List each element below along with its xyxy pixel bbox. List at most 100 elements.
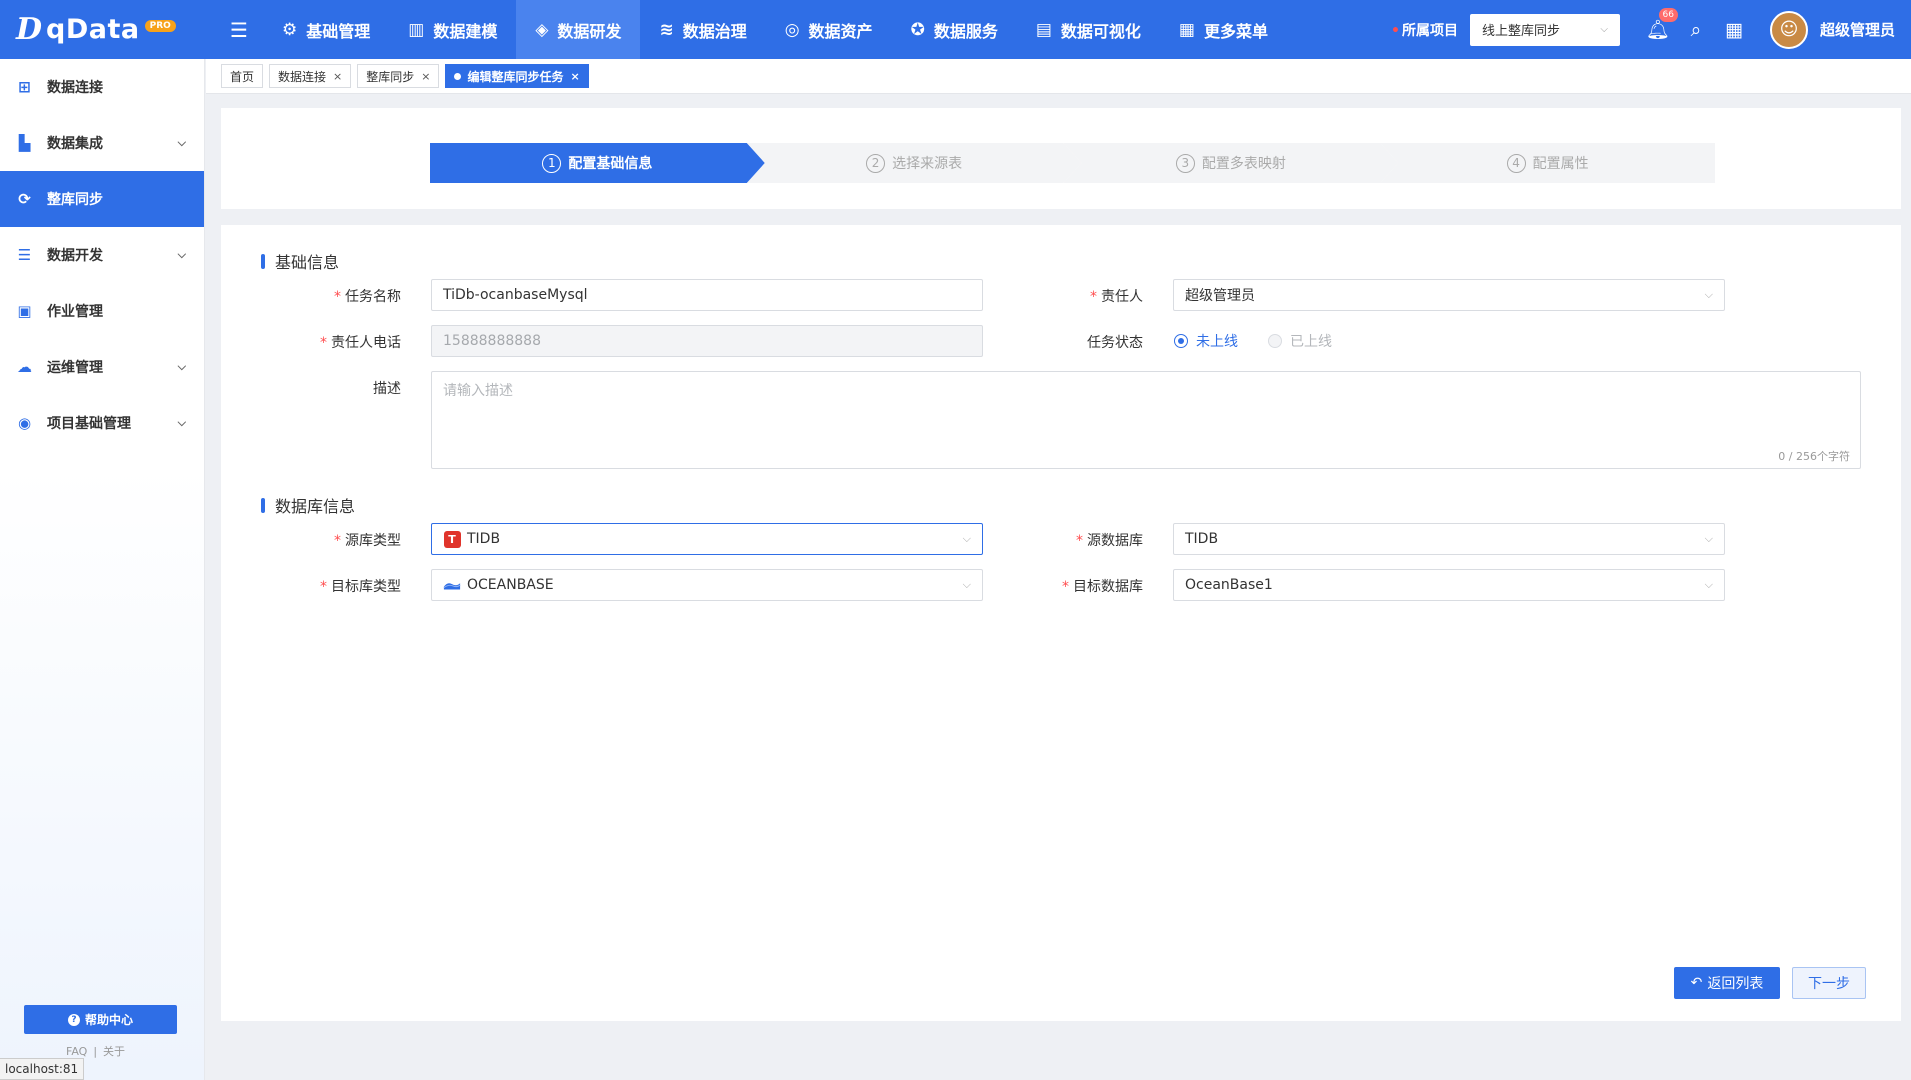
step-4: 4 配置属性 — [1380, 143, 1715, 183]
status-url: localhost:81 — [0, 1058, 85, 1080]
nav-item-data-governance[interactable]: ≋ 数据治理 — [640, 0, 765, 59]
source-type-label: * 源库类型 — [334, 533, 401, 549]
nav-item-data-modeling[interactable]: ▥ 数据建模 — [389, 0, 516, 59]
menu-toggle-icon[interactable]: ☰ — [215, 0, 263, 59]
phone-label: * 责任人电话 — [320, 335, 401, 351]
description-placeholder: 请输入描述 — [443, 383, 513, 399]
description-label: 描述 — [373, 381, 401, 397]
sidebar-item-ops-management[interactable]: ☁ 运维管理 ⌵ — [0, 339, 204, 395]
step-number: 2 — [866, 154, 885, 173]
step-number: 4 — [1506, 153, 1526, 173]
close-icon[interactable]: × — [333, 70, 342, 83]
project-select-value: 线上整库同步 — [1481, 24, 1560, 39]
nav-label: 基础管理 — [306, 21, 371, 41]
search-icon[interactable]: ⌕ — [1682, 16, 1710, 44]
tidb-icon: T — [443, 530, 461, 548]
integration-icon: ▙ — [18, 134, 31, 152]
grid-plus-icon: ▦ — [1178, 19, 1195, 40]
nav-label: 数据治理 — [682, 21, 747, 41]
chevron-down-icon: ⌵ — [1704, 578, 1713, 591]
step-label: 配置多表映射 — [1201, 156, 1286, 172]
section-title-basic-info: 基础信息 — [261, 249, 339, 273]
task-name-input[interactable]: TiDb-ocanbaseMysql — [431, 279, 983, 311]
layout-icon[interactable]: ▦ — [1720, 16, 1748, 44]
tab-label: 首页 — [230, 69, 255, 84]
user-name[interactable]: 超级管理员 — [1820, 19, 1895, 40]
nav-item-basic-management[interactable]: ⚙ 基础管理 — [263, 0, 389, 59]
chevron-down-icon: ⌵ — [177, 416, 186, 429]
chevron-down-icon: ⌵ — [1704, 288, 1713, 301]
target-type-label: * 目标库类型 — [320, 579, 401, 595]
sidebar-item-data-connection[interactable]: ⊞ 数据连接 — [0, 59, 204, 115]
sidebar-item-project-basic[interactable]: ◉ 项目基础管理 ⌵ — [0, 395, 204, 451]
project-select[interactable]: 线上整库同步 ⌵ — [1469, 13, 1620, 46]
help-center-button[interactable]: ? 帮助中心 — [24, 1005, 177, 1034]
faq-link[interactable]: FAQ — [66, 1045, 87, 1058]
source-db-value: TIDB — [1185, 531, 1219, 547]
nav-label: 更多菜单 — [1203, 21, 1268, 41]
chevron-down-icon: ⌵ — [1600, 24, 1608, 35]
avatar[interactable]: ☺ — [1769, 10, 1808, 49]
nav-item-more-menu[interactable]: ▦ 更多菜单 — [1160, 0, 1287, 59]
owner-label: * 责任人 — [1090, 289, 1143, 305]
sidebar-item-label: 数据集成 — [47, 136, 103, 152]
sidebar-item-label: 作业管理 — [47, 304, 103, 320]
sidebar-item-job-management[interactable]: ▣ 作业管理 — [0, 283, 204, 339]
source-type-select[interactable]: T TIDB ⌵ — [431, 523, 983, 555]
step-2: 2 选择来源表 — [747, 143, 1082, 183]
status-radio-offline[interactable]: 未上线 — [1174, 331, 1238, 351]
step-number: 3 — [1176, 154, 1195, 173]
about-link[interactable]: 关于 — [103, 1045, 125, 1058]
phone-input: 15888888888 — [431, 325, 983, 357]
nav-label: 数据建模 — [433, 21, 498, 41]
nav-label: 数据研发 — [557, 21, 622, 41]
next-step-button[interactable]: 下一步 — [1792, 967, 1866, 999]
nav-item-data-visualization[interactable]: ▤ 数据可视化 — [1017, 0, 1160, 59]
nav-item-data-development[interactable]: ◈ 数据研发 — [516, 0, 641, 59]
phone-value: 15888888888 — [443, 333, 541, 349]
tab-db-sync[interactable]: 整库同步 × — [357, 64, 440, 88]
bell-icon[interactable]: 🔔︎ 66 — [1644, 7, 1678, 44]
tab-home[interactable]: 首页 — [221, 64, 264, 88]
step-label: 配置基础信息 — [568, 156, 653, 172]
logo-text: qData — [46, 14, 140, 45]
step-number: 1 — [542, 154, 561, 173]
cube-icon: ◈ — [535, 19, 549, 40]
owner-value: 超级管理员 — [1185, 288, 1255, 304]
close-icon[interactable]: × — [571, 70, 580, 83]
source-type-value: TIDB — [467, 531, 501, 547]
sync-icon: ⟳ — [18, 190, 31, 208]
task-status-label: 任务状态 — [1087, 335, 1143, 351]
task-name-value: TiDb-ocanbaseMysql — [443, 287, 588, 303]
sidebar-item-data-integration[interactable]: ▙ 数据集成 ⌵ — [0, 115, 204, 171]
source-db-select[interactable]: TIDB ⌵ — [1173, 523, 1725, 555]
steps-panel: 1 配置基础信息 2 选择来源表 3 配置多表映射 4 配置属性 — [221, 108, 1901, 209]
gear-cube-icon: ⚙ — [282, 19, 298, 40]
tab-data-connection[interactable]: 数据连接 × — [269, 64, 352, 88]
nav-item-data-assets[interactable]: ◎ 数据资产 — [766, 0, 892, 59]
target-icon: ◎ — [784, 19, 800, 40]
target-db-select[interactable]: OceanBase1 ⌵ — [1173, 569, 1725, 601]
logo-mark-icon: D — [16, 12, 43, 47]
tab-edit-db-sync-task[interactable]: 编辑整库同步任务 × — [445, 64, 589, 88]
sidebar-item-db-sync[interactable]: ⟳ 整库同步 — [0, 171, 204, 227]
sidebar-footer: FAQ | 关于 — [66, 1045, 126, 1058]
sidebar-item-data-development[interactable]: ☰ 数据开发 ⌵ — [0, 227, 204, 283]
active-dot-icon — [454, 72, 462, 80]
oceanbase-icon — [443, 576, 461, 594]
step-label: 选择来源表 — [892, 156, 963, 172]
notification-badge: 66 — [1658, 7, 1678, 22]
nav-item-data-services[interactable]: ✪ 数据服务 — [892, 0, 1017, 59]
target-db-label: * 目标数据库 — [1062, 579, 1143, 595]
logo[interactable]: D qData PRO — [0, 0, 205, 59]
tab-label: 整库同步 — [366, 69, 415, 84]
next-step-label: 下一步 — [1808, 976, 1850, 992]
tab-label: 数据连接 — [278, 69, 327, 84]
target-type-select[interactable]: OCEANBASE ⌵ — [431, 569, 983, 601]
owner-select[interactable]: 超级管理员 ⌵ — [1173, 279, 1725, 311]
sidebar-item-label: 数据连接 — [47, 80, 103, 96]
close-icon[interactable]: × — [421, 70, 430, 83]
description-textarea[interactable]: 请输入描述 0 / 256个字符 — [431, 371, 1861, 469]
chevron-down-icon: ⌵ — [1704, 532, 1713, 545]
back-to-list-button[interactable]: ↶ 返回列表 — [1674, 967, 1780, 999]
